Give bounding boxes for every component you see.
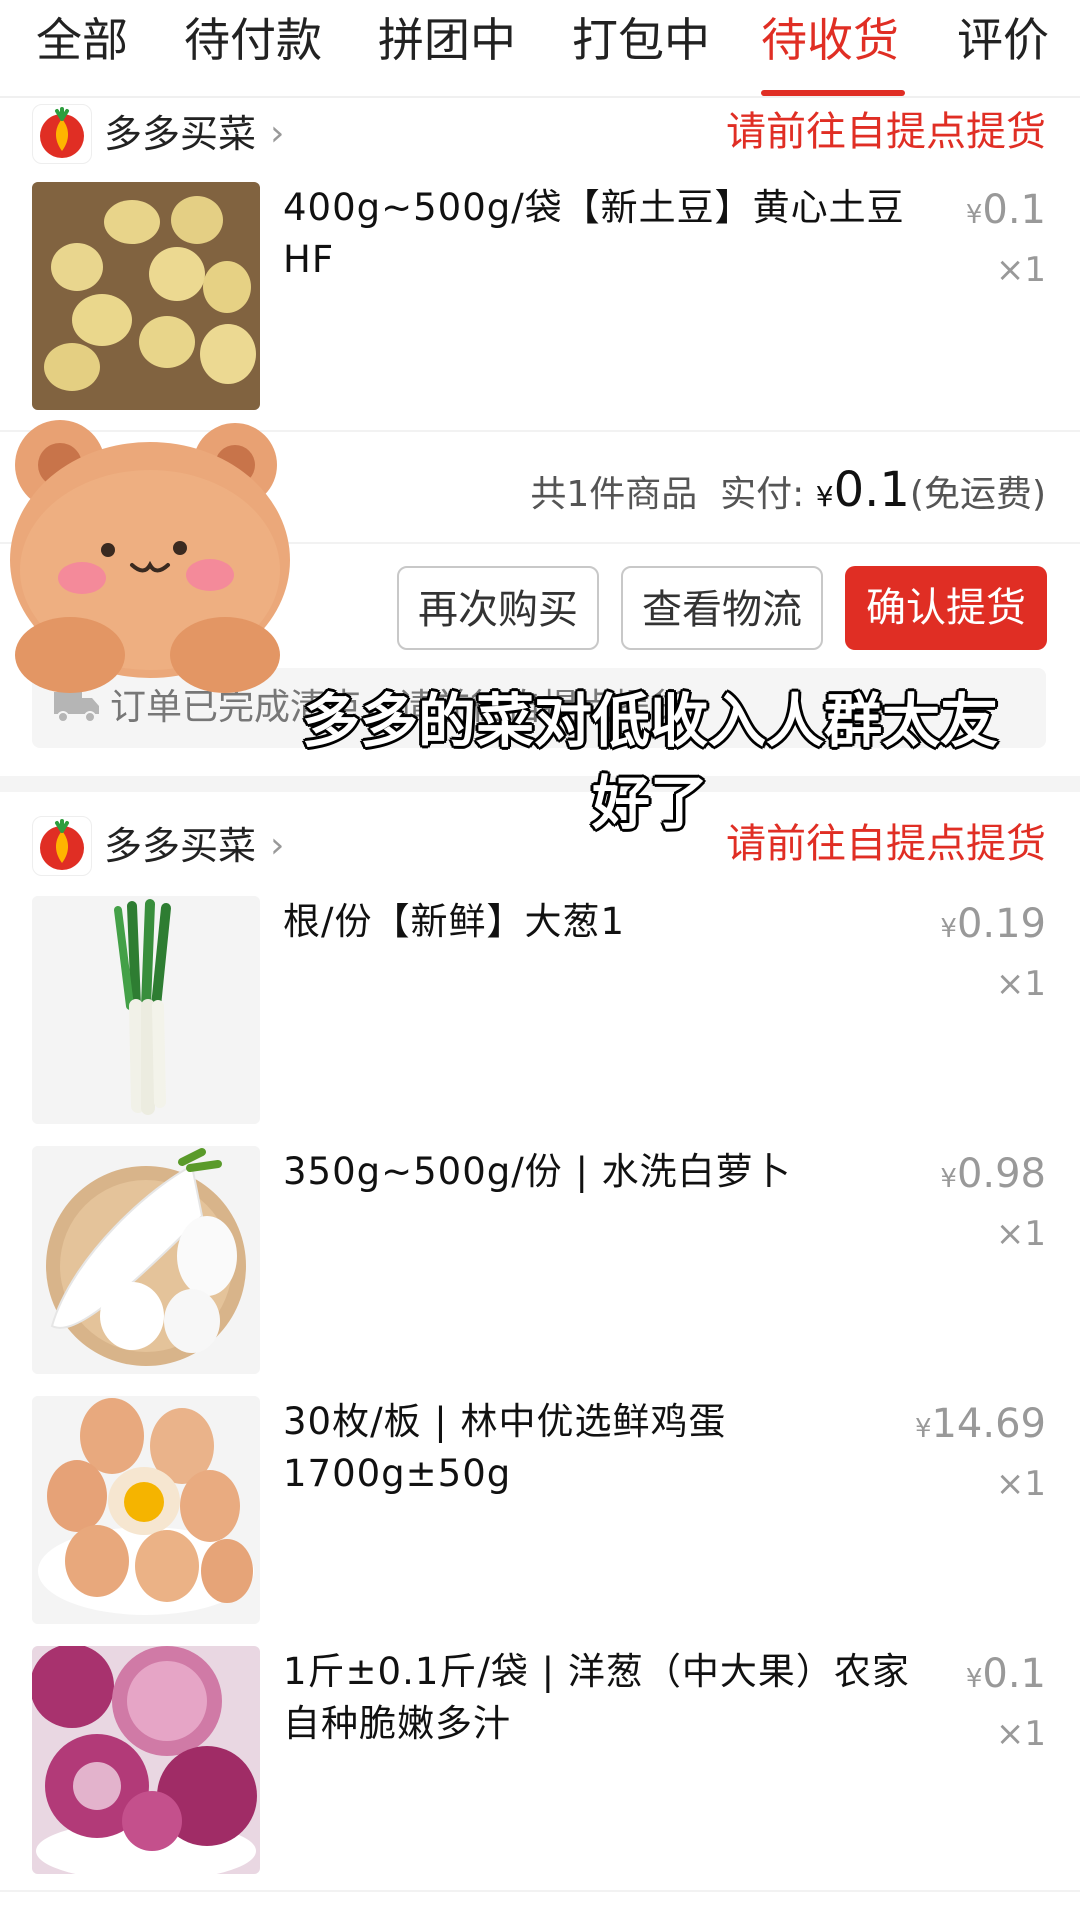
product-quantity: ×1 [995,1464,1046,1504]
product-name: 400g~500g/袋【新土豆】黄心土豆HF [283,186,905,281]
tab-review[interactable]: 评价 [957,10,1049,70]
product-name: 350g~500g/份 | 水洗白萝卜 [283,1150,792,1193]
product-name: 1斤±0.1斤/袋 | 洋葱（中大果）农家自种脆嫩多汁 [283,1650,910,1745]
store-logo-icon [32,104,92,164]
product-quantity: ×1 [995,964,1046,1004]
product-price: ¥0.98 [940,1151,1046,1197]
product-price: ¥0.19 [940,901,1046,947]
video-caption: 多多的菜对低收入人群太友好了 [301,687,998,837]
product-image-radish [32,1146,260,1374]
product-image-eggs [32,1396,260,1624]
buy-again-button[interactable]: 再次购买 [397,566,599,650]
divider [0,1890,1080,1892]
chevron-right-icon: › [270,825,285,866]
pickup-note: 请前往自提点提货 [726,109,1046,155]
confirm-pickup-button[interactable]: 确认提货 [845,566,1047,650]
product-quantity: ×1 [995,250,1046,290]
chevron-right-icon: › [270,113,285,154]
tab-to-receive[interactable]: 待收货 [761,10,899,70]
store-header[interactable]: 多多买菜 › 请前往自提点提货 [0,100,1080,170]
product-name: 根/份【新鲜】大葱1 [283,900,626,943]
product-item[interactable]: 1斤±0.1斤/袋 | 洋葱（中大果）农家自种脆嫩多汁 ¥0.1 ×1 [0,1646,1080,1876]
view-logistics-button[interactable]: 查看物流 [621,566,823,650]
tab-group-buying[interactable]: 拼团中 [378,10,516,70]
tab-all[interactable]: 全部 [36,10,128,70]
product-item[interactable]: 350g~500g/份 | 水洗白萝卜 ¥0.98 ×1 [0,1146,1080,1376]
tab-pending-payment[interactable]: 待付款 [184,10,322,70]
product-quantity: ×1 [995,1714,1046,1754]
paid-amount: 0.1 [833,462,910,518]
active-tab-indicator [761,90,905,96]
order-status-tabs: 全部 待付款 拼团中 打包中 待收货 评价 [0,0,1080,98]
store-name: 多多买菜 [104,824,257,868]
product-quantity: ×1 [995,1214,1046,1254]
store-name: 多多买菜 [104,112,257,156]
bear-sticker-icon [10,420,290,693]
product-item[interactable]: 400g~500g/袋【新土豆】黄心土豆HF ¥0.1 ×1 [0,182,1080,412]
product-item[interactable]: 根/份【新鲜】大葱1 ¥0.19 ×1 [0,896,1080,1126]
product-price: ¥14.69 [914,1401,1046,1447]
tab-packing[interactable]: 打包中 [572,10,710,70]
product-image-potato [32,182,260,410]
product-price: ¥0.1 [965,187,1046,233]
product-image-onion [32,1646,260,1874]
order-summary: 共1件商品 实付: ¥0.1(免运费) [530,462,1046,518]
product-price: ¥0.1 [965,1651,1046,1697]
store-logo-icon [32,816,92,876]
product-image-scallion [32,896,260,1124]
product-item[interactable]: 30枚/板 | 林中优选鲜鸡蛋1700g±50g ¥14.69 ×1 [0,1396,1080,1626]
product-name: 30枚/板 | 林中优选鲜鸡蛋1700g±50g [283,1400,727,1495]
